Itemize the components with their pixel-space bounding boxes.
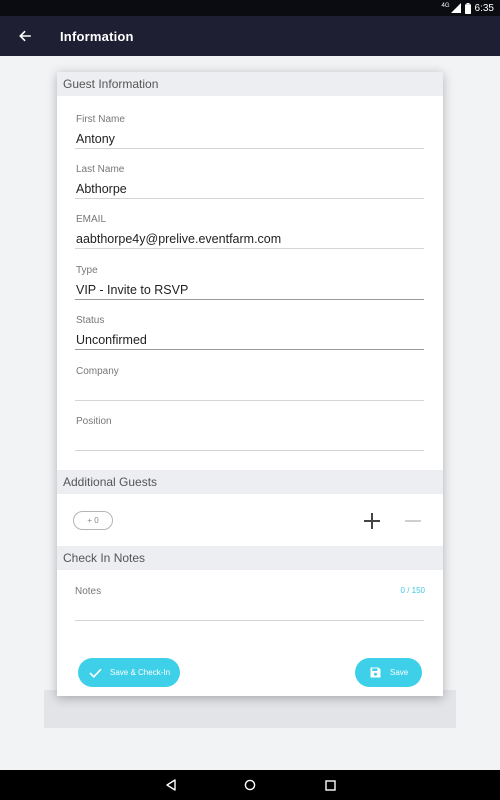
nav-home-button[interactable]: [235, 770, 265, 800]
check-icon: [89, 668, 102, 678]
last-name-field[interactable]: Last Name Abthorpe: [75, 164, 424, 214]
page-title: Information: [60, 28, 134, 44]
field-underline: [75, 349, 424, 350]
back-triangle-icon: [166, 779, 176, 791]
nav-recents-button[interactable]: [315, 770, 345, 800]
network-type: 4G: [441, 3, 450, 9]
field-label: Type: [76, 265, 98, 276]
navigation-bar: [0, 770, 500, 800]
field-underline: [75, 400, 424, 401]
notes-character-count: 0 / 150: [400, 586, 425, 595]
add-guest-button[interactable]: [360, 509, 384, 533]
notes-label: Notes: [75, 586, 102, 597]
field-underline: [75, 248, 424, 249]
home-circle-icon: [244, 779, 256, 791]
save-label: Save: [390, 668, 409, 677]
field-value: Unconfirmed: [76, 333, 147, 347]
field-label: First Name: [76, 114, 125, 125]
floppy-disk-icon: [370, 667, 381, 678]
recents-square-icon: [324, 779, 336, 791]
status-time: 6:35: [474, 2, 494, 14]
position-field[interactable]: Position: [75, 416, 424, 466]
save-and-check-in-button[interactable]: Save & Check-In: [78, 658, 180, 687]
field-label: EMAIL: [76, 214, 107, 225]
remove-guest-button[interactable]: [401, 509, 425, 533]
field-label: Status: [76, 315, 105, 326]
field-underline: [75, 148, 424, 149]
field-label: Last Name: [76, 164, 125, 175]
status-icons: 4G 6:35: [442, 1, 494, 15]
minus-icon: [405, 520, 421, 522]
section-header-guest-information: Guest Information: [57, 72, 443, 96]
field-value: aabthorpe4y@prelive.eventfarm.com: [76, 232, 282, 246]
back-button[interactable]: [0, 16, 50, 56]
guest-card: Guest Information First Name Antony Last…: [57, 72, 443, 696]
field-value: VIP - Invite to RSVP: [76, 283, 189, 297]
field-underline: [75, 450, 424, 451]
nav-back-button[interactable]: [156, 770, 186, 800]
app-bar: Information: [0, 16, 500, 56]
company-field[interactable]: Company: [75, 366, 424, 416]
email-field[interactable]: EMAIL aabthorpe4y@prelive.eventfarm.com: [75, 214, 424, 264]
field-underline: [75, 198, 424, 199]
save-button[interactable]: Save: [355, 658, 422, 687]
field-label: Company: [76, 366, 119, 377]
field-value: Antony: [76, 132, 115, 146]
status-select[interactable]: Status Unconfirmed: [75, 315, 424, 365]
first-name-field[interactable]: First Name Antony: [75, 114, 424, 164]
battery-icon: [464, 2, 471, 14]
field-underline: [75, 299, 424, 300]
guest-counter[interactable]: + 0: [73, 511, 113, 530]
field-value: Abthorpe: [76, 182, 127, 196]
notes-input[interactable]: [75, 620, 424, 621]
section-header-additional-guests: Additional Guests: [57, 470, 443, 494]
plus-icon: [364, 513, 380, 529]
signal-icon: [450, 3, 461, 13]
arrow-left-icon: [19, 30, 31, 42]
section-header-check-in-notes: Check In Notes: [57, 546, 443, 570]
save-and-check-in-label: Save & Check-In: [110, 668, 171, 677]
status-bar: 4G 6:35: [0, 0, 500, 16]
field-label: Position: [76, 416, 112, 427]
type-select[interactable]: Type VIP - Invite to RSVP: [75, 265, 424, 315]
